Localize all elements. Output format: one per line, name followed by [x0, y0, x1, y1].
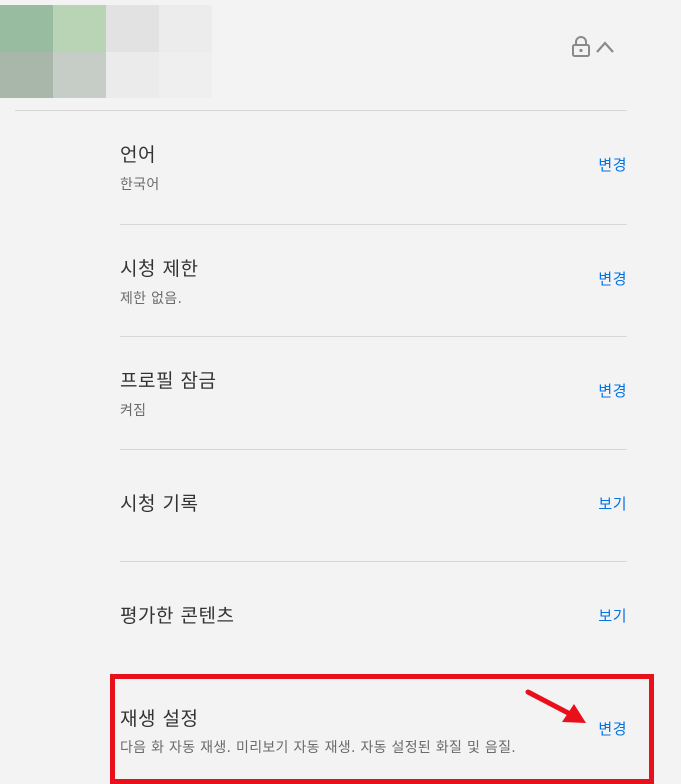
change-viewing-restrictions-link[interactable]: 변경: [598, 268, 627, 289]
settings-row-subtitle: 한국어: [120, 177, 160, 193]
settings-row-viewing-activity: 시청 기록 보기: [120, 489, 627, 519]
settings-row-title: 언어: [120, 144, 156, 166]
settings-row-title: 프로필 잠금: [120, 370, 217, 392]
chevron-up-icon[interactable]: [595, 40, 615, 54]
settings-row-ratings: 평가한 콘텐츠 보기: [120, 601, 627, 631]
profile-avatar: [0, 5, 212, 98]
view-ratings-link[interactable]: 보기: [598, 605, 627, 626]
settings-row-title: 시청 기록: [120, 493, 199, 515]
avatar-tile: [106, 52, 159, 98]
settings-row-profile-lock: 프로필 잠금 켜짐 변경: [120, 366, 627, 426]
row-divider: [120, 561, 627, 562]
settings-row-title: 시청 제한: [120, 258, 199, 280]
lock-icon: [571, 36, 591, 58]
row-divider: [120, 336, 627, 337]
avatar-tile: [0, 52, 53, 98]
change-language-link[interactable]: 변경: [598, 154, 627, 175]
avatar-tile: [159, 52, 212, 98]
settings-row-subtitle: 켜짐: [120, 403, 147, 419]
row-divider: [120, 224, 627, 225]
avatar-tile: [159, 5, 212, 52]
view-viewing-activity-link[interactable]: 보기: [598, 493, 627, 514]
settings-row-subtitle: 제한 없음.: [120, 291, 183, 307]
avatar-tile: [106, 5, 159, 52]
avatar-tile: [53, 52, 106, 98]
settings-row-viewing-restrictions: 시청 제한 제한 없음. 변경: [120, 254, 627, 314]
row-divider: [120, 449, 627, 450]
profile-header-controls[interactable]: [571, 36, 615, 58]
annotation-arrow-icon: [525, 689, 586, 723]
change-profile-lock-link[interactable]: 변경: [598, 380, 627, 401]
header-divider: [15, 110, 627, 111]
settings-row-language: 언어 한국어 변경: [120, 140, 627, 200]
avatar-tile: [53, 5, 106, 52]
settings-row-title: 평가한 콘텐츠: [120, 605, 235, 627]
avatar-tile: [0, 5, 53, 52]
